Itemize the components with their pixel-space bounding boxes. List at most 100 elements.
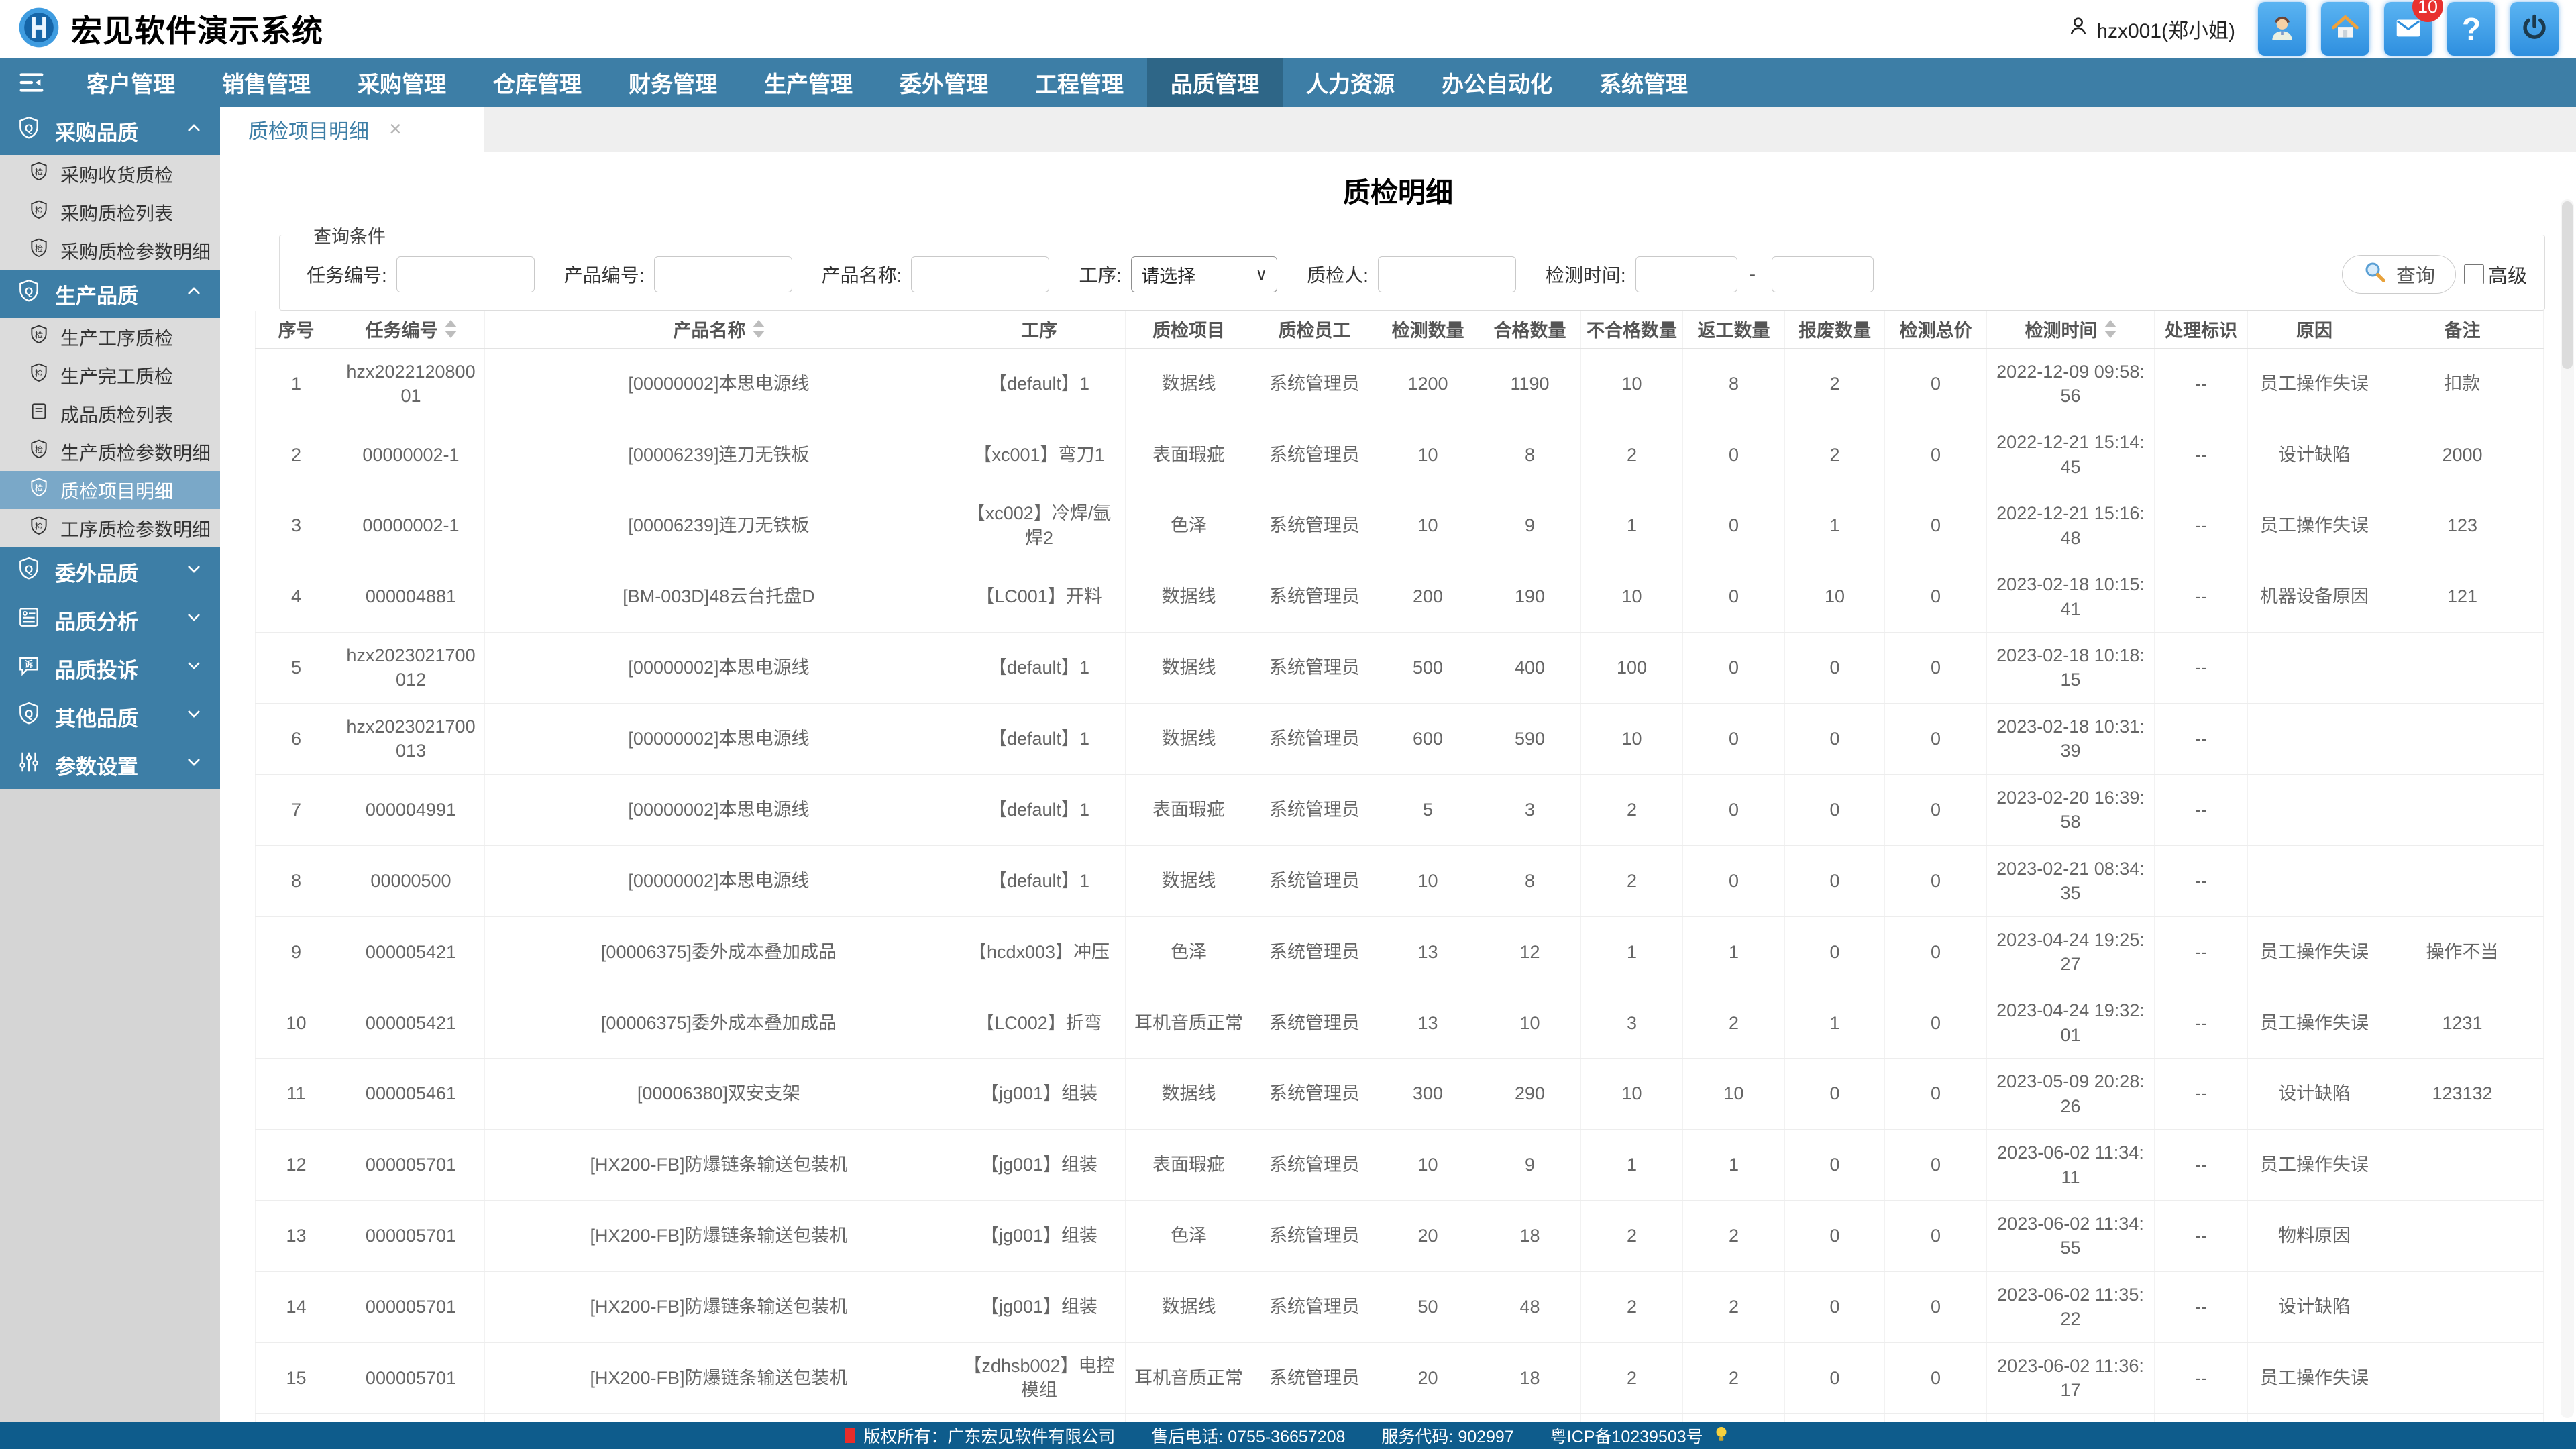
- sidebar-item-finished-inspect-list[interactable]: 成品质检列表: [0, 394, 220, 433]
- help-button[interactable]: ?: [2447, 2, 2496, 56]
- inspector-input[interactable]: [1377, 256, 1516, 292]
- sidebar-item-production-process-inspect[interactable]: 检 生产工序质检: [0, 318, 220, 356]
- table-cell: 色泽: [1125, 1200, 1252, 1272]
- footer-icp[interactable]: 粤ICP备10239503号: [1550, 1424, 1703, 1448]
- table-cell: 0: [1884, 916, 1987, 988]
- sidebar-group-quality-complaint[interactable]: 诉 品质投诉: [0, 644, 220, 692]
- sort-icon[interactable]: [444, 320, 457, 339]
- table-row[interactable]: 16000005701[HX200-FB]防爆链条输送包装机【zdhsb002】…: [255, 1413, 2544, 1422]
- nav-item-finance[interactable]: 财务管理: [605, 58, 741, 107]
- sidebar-group-outsource-quality[interactable]: Q 委外品质: [0, 547, 220, 596]
- table-row[interactable]: 4 000004881 [BM-003D]48云台托盘D 【LC001】开料 数据线 系统…: [255, 561, 2544, 633]
- svg-text:检: 检: [35, 521, 43, 531]
- table-cell: 操作不当: [2381, 916, 2544, 988]
- table-row[interactable]: 10 000005421 [00006375]委外成本叠加成品 【LC002】折弯 耳机…: [255, 987, 2544, 1059]
- tab-inspect-project-detail[interactable]: 质检项目明细 ×: [220, 107, 484, 152]
- task-no-input[interactable]: [396, 256, 535, 292]
- product-no-input[interactable]: [653, 256, 792, 292]
- sort-icon[interactable]: [2104, 320, 2116, 339]
- table-cell: 0: [1682, 419, 1785, 491]
- nav-item-customer[interactable]: 客户管理: [63, 58, 199, 107]
- user-info[interactable]: hzx001(郑小姐): [2067, 14, 2235, 44]
- table-row[interactable]: 7 000004991 [00000002]本思电源线 【default】1 表面瑕疵系…: [255, 774, 2544, 846]
- table-row[interactable]: 5 hzx2023021700012 [00000002]本思电源线 【default…: [255, 632, 2544, 704]
- content-area: 质检明细 查询条件 任务编号: 产品编号: 产品名称: 工序: 请选择 ∨ 质检…: [220, 152, 2576, 1422]
- advanced-toggle[interactable]: 高级: [2463, 260, 2527, 288]
- col-inspect-time[interactable]: 检测时间: [1986, 311, 2155, 349]
- table-row[interactable]: 13 000005701 [HX200-FB]防爆链条输送包装机 【jg001】组装色…: [255, 1200, 2544, 1272]
- sidebar-group-quality-analysis[interactable]: 品质分析: [0, 596, 220, 644]
- table-cell: 000005701: [337, 1271, 485, 1343]
- sidebar-group-label: 委外品质: [55, 561, 138, 586]
- table-cell: --: [2154, 1200, 2248, 1272]
- product-name-input[interactable]: [911, 256, 1050, 292]
- table-row[interactable]: 3 00000002-1 [00006239]连刀无铁板 【xc002】冷焊/氩焊2 色…: [255, 490, 2544, 562]
- table-row[interactable]: 9 000005421 [00006375]委外成本叠加成品 【hcdx003】冲压色…: [255, 916, 2544, 988]
- nav-item-outsource[interactable]: 委外管理: [876, 58, 1012, 107]
- home-button[interactable]: [2321, 2, 2369, 56]
- col-product-name[interactable]: 产品名称: [484, 311, 953, 349]
- table-row[interactable]: 15 000005701 [HX200-FB]防爆链条输送包装机 【zdhsb002】…: [255, 1342, 2544, 1414]
- sidebar-item-purchase-inspect-params[interactable]: 检 采购质检参数明细: [0, 231, 220, 270]
- table-cell: 设计缺陷: [2247, 1271, 2381, 1343]
- table-row[interactable]: 8 00000500 [00000002]本思电源线 【default】1 数据线 系统管…: [255, 845, 2544, 917]
- nav-item-production[interactable]: 生产管理: [741, 58, 876, 107]
- nav-item-warehouse[interactable]: 仓库管理: [470, 58, 605, 107]
- sidebar-item-production-inspect-params[interactable]: 检 生产质检参数明细: [0, 433, 220, 471]
- col-task-no[interactable]: 任务编号: [337, 311, 485, 349]
- nav-item-hr[interactable]: 人力资源: [1283, 58, 1418, 107]
- search-button[interactable]: 查询: [2341, 255, 2456, 294]
- nav-item-oa[interactable]: 办公自动化: [1418, 58, 1576, 107]
- nav-item-quality[interactable]: 品质管理: [1147, 58, 1283, 107]
- table-row[interactable]: 6 hzx2023021700013 [00000002]本思电源线 【default…: [255, 703, 2544, 775]
- collapse-menu-button[interactable]: [0, 58, 63, 107]
- table-cell: 员工操作失误: [2247, 1413, 2381, 1422]
- table-cell: 7: [255, 774, 337, 846]
- table-row[interactable]: 1 hzx202212080001 [00000002]本思电源线 【default】…: [255, 348, 2544, 420]
- table-cell: 0: [1884, 632, 1987, 704]
- nav-item-engineering[interactable]: 工程管理: [1012, 58, 1147, 107]
- table-cell: 590: [1479, 703, 1581, 775]
- sidebar-group-other-quality[interactable]: Q 其他品质: [0, 692, 220, 741]
- table-cell: 系统管理员: [1252, 1200, 1377, 1272]
- table-cell: 2: [1580, 774, 1683, 846]
- mail-button[interactable]: 10: [2384, 0, 2443, 56]
- svg-text:诉: 诉: [25, 659, 34, 669]
- sidebar-item-inspect-project-detail[interactable]: 检 质检项目明细: [0, 471, 220, 509]
- table-cell: 2: [1682, 1342, 1785, 1414]
- table-row[interactable]: 11 000005461 [00006380]双安支架 【jg001】组装 数据线 系统管…: [255, 1058, 2544, 1130]
- sidebar-item-production-finish-inspect[interactable]: 检 生产完工质检: [0, 356, 220, 394]
- sidebar-group-production-quality[interactable]: Q 生产品质: [0, 270, 220, 318]
- table-cell: --: [2154, 1413, 2248, 1422]
- sidebar-item-purchase-receive-inspect[interactable]: 检 采购收货质检: [0, 155, 220, 193]
- table-row[interactable]: 2 00000002-1 [00006239]连刀无铁板 【xc001】弯刀1 表面瑕疵…: [255, 419, 2544, 491]
- nav-item-sales[interactable]: 销售管理: [199, 58, 334, 107]
- process-select[interactable]: 请选择 ∨: [1131, 256, 1278, 292]
- sort-icon[interactable]: [752, 320, 765, 339]
- table-row[interactable]: 14 000005701 [HX200-FB]防爆链条输送包装机 【jg001】组装数…: [255, 1271, 2544, 1343]
- process-label: 工序:: [1079, 265, 1122, 286]
- avatar-button[interactable]: [2258, 2, 2306, 56]
- table-cell: 2000: [2381, 419, 2544, 491]
- sidebar-group-param-settings[interactable]: 参数设置: [0, 741, 220, 789]
- inspect-time-to-input[interactable]: [1772, 256, 1874, 292]
- sidebar-item-process-inspect-params[interactable]: 检 工序质检参数明细: [0, 509, 220, 547]
- inspect-time-from-input[interactable]: [1635, 256, 1737, 292]
- vertical-scrollbar[interactable]: [2561, 199, 2574, 1418]
- sidebar-group-purchase-quality[interactable]: Q 采购品质: [0, 107, 220, 155]
- tab-close-icon[interactable]: ×: [389, 117, 402, 142]
- svg-text:检: 检: [35, 167, 43, 177]
- table-cell: 2: [1580, 1342, 1683, 1414]
- nav-item-purchase[interactable]: 采购管理: [334, 58, 470, 107]
- logout-button[interactable]: [2510, 2, 2559, 56]
- nav-item-system[interactable]: 系统管理: [1576, 58, 1711, 107]
- col-rework-qty: 返工数量: [1682, 311, 1785, 349]
- table-row[interactable]: 12 000005701 [HX200-FB]防爆链条输送包装机 【jg001】组装表…: [255, 1129, 2544, 1201]
- advanced-checkbox[interactable]: [2463, 264, 2484, 284]
- inspect-badge-icon: 检: [28, 362, 50, 388]
- scrollbar-thumb[interactable]: [2562, 201, 2573, 369]
- table-cell: 10: [1377, 419, 1479, 491]
- table-cell: 0: [1884, 1058, 1987, 1130]
- sidebar-item-label: 采购质检参数明细: [60, 241, 211, 262]
- sidebar-item-purchase-inspect-list[interactable]: 检 采购质检列表: [0, 193, 220, 231]
